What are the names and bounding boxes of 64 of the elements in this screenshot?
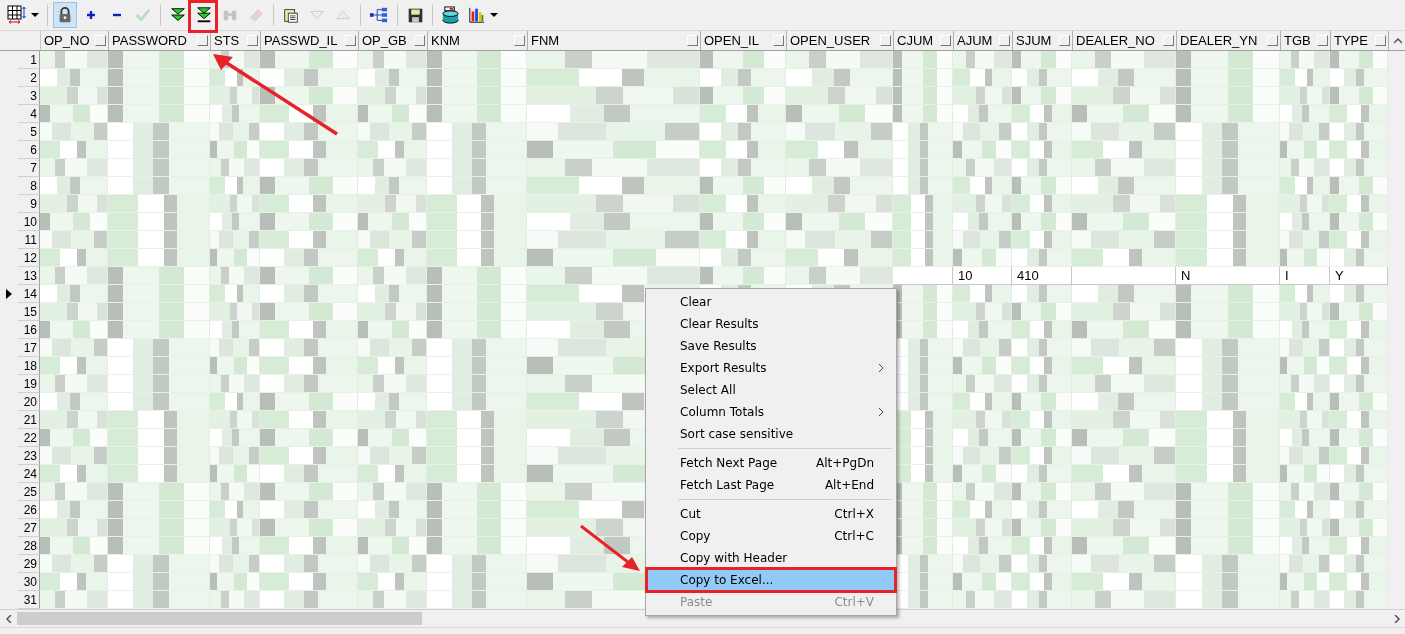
row-number: 8 [18, 177, 40, 195]
column-header[interactable]: PASSWD_IL [261, 31, 359, 50]
row-number: 31 [18, 591, 40, 609]
row-number: 12 [18, 249, 40, 267]
column-header[interactable]: TGB [1281, 31, 1331, 50]
row-number: 21 [18, 411, 40, 429]
table-cell: I [1280, 267, 1330, 285]
row-number: 14 [18, 285, 40, 303]
column-header[interactable]: OPEN_IL [701, 31, 787, 50]
table-cell: 410 [1012, 267, 1072, 285]
column-header[interactable]: PASSWORD [109, 31, 211, 50]
row-number: 22 [18, 429, 40, 447]
menu-item[interactable]: Column Totals [648, 401, 894, 423]
column-header[interactable]: DEALER_YN [1177, 31, 1281, 50]
row-number: 13 [18, 267, 40, 285]
row-number: 26 [18, 501, 40, 519]
row-number: 11 [18, 231, 40, 249]
menu-item[interactable]: Copy Ctrl+C [648, 525, 894, 547]
row-number: 7 [18, 159, 40, 177]
row-number: 23 [18, 447, 40, 465]
column-header[interactable]: OP_GB [359, 31, 428, 50]
table-cell: 10 [953, 267, 1012, 285]
row-number: 29 [18, 555, 40, 573]
column-header[interactable]: CJUM [894, 31, 954, 50]
menu-item[interactable]: Clear Results [648, 313, 894, 335]
menu-item[interactable]: Sort case sensitive [648, 423, 894, 445]
row-number: 9 [18, 195, 40, 213]
row-number: 27 [18, 519, 40, 537]
column-header[interactable]: STS [211, 31, 261, 50]
row-number: 10 [18, 213, 40, 231]
row-number: 30 [18, 573, 40, 591]
row-number: 3 [18, 87, 40, 105]
row-number: 20 [18, 393, 40, 411]
menu-item[interactable]: Save Results [648, 335, 894, 357]
row-number: 4 [18, 105, 40, 123]
menu-item[interactable]: Fetch Next Page Alt+PgDn [648, 452, 894, 474]
column-header[interactable]: KNM [428, 31, 528, 50]
menu-item[interactable]: Export Results [648, 357, 894, 379]
row-number: 18 [18, 357, 40, 375]
row-number: 16 [18, 321, 40, 339]
menu-item[interactable]: Copy to Excel... [648, 569, 894, 591]
row-number: 17 [18, 339, 40, 357]
table-cell: Y [1330, 267, 1388, 285]
menu-item[interactable]: Cut Ctrl+X [648, 503, 894, 525]
table-cell: N [1176, 267, 1280, 285]
menu-item[interactable]: Clear [648, 291, 894, 313]
column-header[interactable]: FNM [528, 31, 701, 50]
menu-item[interactable]: Fetch Last Page Alt+End [648, 474, 894, 496]
row-number: 2 [18, 69, 40, 87]
row-number: 28 [18, 537, 40, 555]
column-header[interactable]: OP_NO [41, 31, 109, 50]
column-header[interactable]: DEALER_NO [1073, 31, 1177, 50]
menu-item[interactable]: Copy with Header [648, 547, 894, 569]
column-header[interactable]: AJUM [954, 31, 1013, 50]
row-number: 24 [18, 465, 40, 483]
row-number: 5 [18, 123, 40, 141]
row-number: 19 [18, 375, 40, 393]
row-number: 6 [18, 141, 40, 159]
row-number: 25 [18, 483, 40, 501]
row-number: 15 [18, 303, 40, 321]
menu-item[interactable]: Select All [648, 379, 894, 401]
row-number: 1 [18, 51, 40, 69]
column-header[interactable]: SJUM [1013, 31, 1073, 50]
column-header[interactable]: OPEN_USER [787, 31, 894, 50]
